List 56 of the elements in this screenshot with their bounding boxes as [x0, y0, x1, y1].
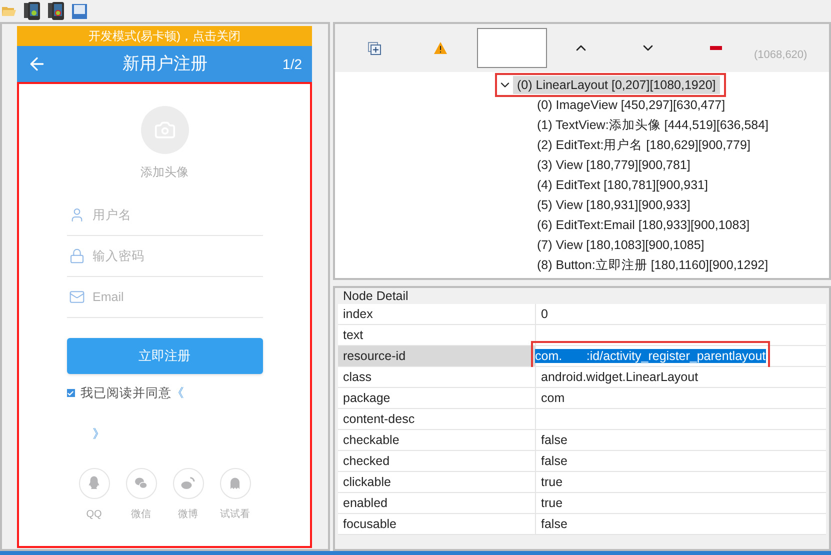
property-name[interactable]: enabled	[338, 493, 536, 513]
coordinates-label: (1068,620)	[754, 48, 808, 64]
agreement-link[interactable]: 》	[92, 424, 106, 444]
search-field[interactable]	[477, 28, 547, 68]
input-field[interactable]: Email	[92, 288, 242, 306]
tree-node[interactable]: (0) ImageView [450,297][630,477]	[517, 96, 726, 114]
tree-node[interactable]: (3) View [180,779][900,781]	[517, 156, 690, 174]
property-name[interactable]: clickable	[338, 472, 536, 492]
header-title: 新用户注册	[121, 53, 208, 76]
social-label: 微信	[131, 508, 151, 522]
property-value: false	[541, 432, 568, 449]
social-login-button[interactable]	[78, 468, 110, 498]
property-value: true	[541, 474, 563, 491]
save-icon[interactable]	[72, 4, 87, 18]
tree-node[interactable]: (0) LinearLayout [0,207][1080,1920]	[513, 76, 720, 94]
tree-node[interactable]: (2) EditText:用户名 [180,629][900,779]	[517, 136, 750, 154]
tree-node[interactable]: (5) View [180,931][900,933]	[517, 196, 690, 214]
property-value: false	[541, 452, 568, 470]
property-value: com	[541, 390, 565, 407]
warning-icon[interactable]	[434, 42, 447, 54]
property-value: false	[541, 516, 568, 533]
checkbox[interactable]	[66, 389, 74, 398]
input-field[interactable]: 用户名	[92, 206, 242, 224]
panel-title: Node Detail	[342, 288, 410, 304]
property-value: 0	[541, 306, 548, 323]
property-name[interactable]: package	[338, 388, 536, 408]
tree-node[interactable]: (6) EditText:Email [180,933][900,1083]	[517, 216, 750, 234]
avatar-label: 添加头像	[140, 164, 188, 181]
tree-node[interactable]: (4) EditText [180,781][900,931]	[517, 176, 708, 194]
phone-android-icon[interactable]	[48, 2, 64, 20]
agreement-text: 我已阅读并同意	[80, 385, 172, 402]
tree-node[interactable]: (8) Button:立即注册 [180,1160][900,1292]	[517, 256, 768, 274]
expand-all-icon[interactable]	[368, 42, 381, 54]
page-indicator: 1/2	[282, 54, 302, 74]
property-name[interactable]: focusable	[338, 514, 536, 534]
property-name[interactable]: checkable	[338, 430, 536, 450]
property-name[interactable]: resource-id	[338, 346, 536, 366]
property-name[interactable]: index	[338, 304, 536, 324]
mail-icon	[68, 289, 84, 305]
social-label: 试试看	[220, 508, 250, 522]
social-label: QQ	[86, 508, 102, 522]
property-name[interactable]: checked	[338, 451, 536, 471]
property-name[interactable]: class	[338, 367, 536, 387]
property-value[interactable]: com. :id/activity_register_parentlayout	[535, 349, 766, 363]
tree-node[interactable]: (7) View [180,1083][900,1085]	[517, 236, 704, 254]
agreement-link[interactable]: 《	[172, 384, 184, 403]
social-login-button[interactable]	[220, 468, 250, 498]
social-login-button[interactable]	[126, 468, 156, 498]
property-value: android.widget.LinearLayout	[541, 368, 698, 386]
lock-icon	[68, 248, 84, 264]
phone-android-icon[interactable]	[24, 2, 40, 20]
property-value: true	[541, 494, 563, 512]
social-label: 微博	[178, 508, 198, 522]
input-field[interactable]: 输入密码	[92, 246, 242, 266]
social-login-button[interactable]	[172, 468, 204, 498]
tree-node[interactable]: (1) TextView:添加头像 [444,519][636,584]	[517, 116, 769, 134]
